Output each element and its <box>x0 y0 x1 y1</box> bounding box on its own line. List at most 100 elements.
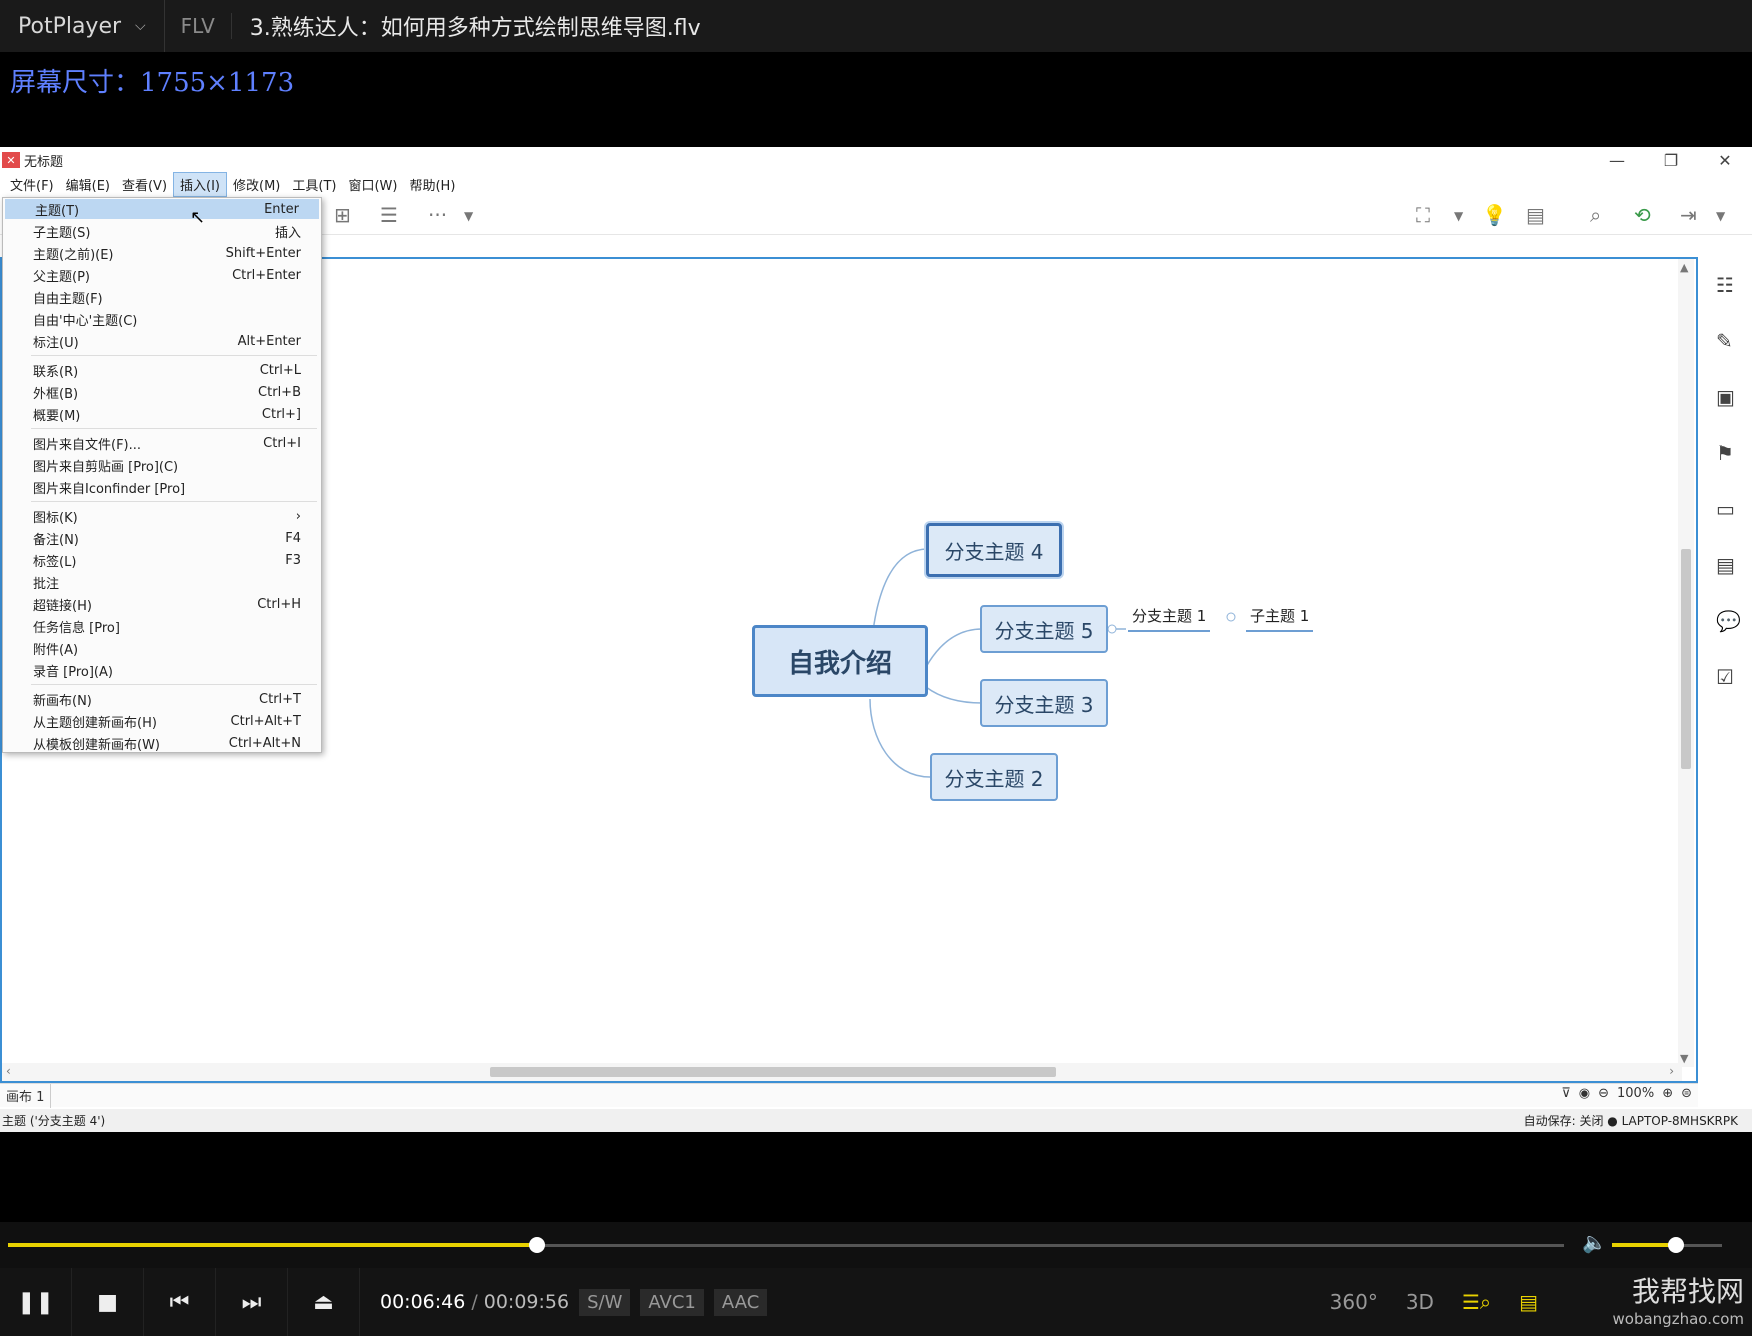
stop-button[interactable]: ■ <box>72 1268 144 1336</box>
sheet-tab[interactable]: 画布 1 <box>0 1083 52 1108</box>
outline-icon[interactable]: ☷ <box>1716 273 1734 297</box>
menu-item-4[interactable]: 修改(M) <box>227 173 286 196</box>
more-icon[interactable]: ··· <box>428 203 447 227</box>
branch-topic-4[interactable]: 分支主题 4 <box>926 523 1062 577</box>
image-icon[interactable]: ▣ <box>1716 385 1735 409</box>
presentation-icon[interactable]: ⛶ <box>1416 203 1430 227</box>
menu-item-7[interactable]: 帮助(H) <box>403 173 461 196</box>
vr-360-button[interactable]: 360° <box>1330 1290 1378 1314</box>
dropdown-item-18[interactable]: 标签(L) F3 <box>3 549 321 571</box>
audio-codec-badge[interactable]: AAC <box>713 1288 768 1316</box>
video-codec-badge[interactable]: AVC1 <box>640 1288 704 1316</box>
filter-icon[interactable]: ⊽ <box>1561 1086 1571 1101</box>
label-icon[interactable]: ▭ <box>1716 497 1735 521</box>
eject-button[interactable]: ⏏ <box>288 1268 360 1336</box>
decoder-badge[interactable]: S/W <box>579 1288 631 1316</box>
summary-icon[interactable]: ☰ <box>380 203 398 227</box>
dropdown-item-16[interactable]: 图标(K) › <box>3 505 321 527</box>
zoom-out-icon[interactable]: ⊖ <box>1598 1086 1609 1101</box>
menu-item-5[interactable]: 工具(T) <box>286 173 342 196</box>
chat-icon[interactable]: ▤ <box>1519 1290 1538 1314</box>
lightbulb-icon[interactable]: 💡 <box>1482 203 1507 227</box>
dropdown-item-12[interactable]: 图片来自文件(F)... Ctrl+I <box>3 432 321 454</box>
task-icon[interactable]: ☑ <box>1716 665 1734 689</box>
horizontal-scroll-thumb[interactable] <box>490 1067 1056 1077</box>
dropdown-item-9[interactable]: 外框(B) Ctrl+B <box>3 381 321 403</box>
vertical-scroll-thumb[interactable] <box>1681 549 1691 769</box>
next-button[interactable]: ⏭ <box>216 1268 288 1336</box>
flag-icon[interactable]: ⚑ <box>1716 441 1734 465</box>
dropdown-item-20[interactable]: 超链接(H) Ctrl+H <box>3 593 321 615</box>
dropdown-item-25[interactable]: 新画布(N) Ctrl+T <box>3 688 321 710</box>
export-icon[interactable]: ⇥ <box>1680 203 1697 227</box>
link-central-branch3 <box>925 686 983 704</box>
minimize-button[interactable]: — <box>1590 147 1644 173</box>
dropdown-item-shortcut: Ctrl+H <box>257 596 301 612</box>
close-button[interactable]: ✕ <box>1698 147 1752 173</box>
notes-icon[interactable]: ▤ <box>1716 553 1735 577</box>
dropdown-item-26[interactable]: 从主题创建新画布(H) Ctrl+Alt+T <box>3 710 321 732</box>
dropdown-item-27[interactable]: 从模板创建新画布(W) Ctrl+Alt+N <box>3 732 321 754</box>
dropdown-item-13[interactable]: 图片来自剪贴画 [Pro](C) <box>3 454 321 476</box>
volume-level <box>1612 1243 1676 1247</box>
dropdown-item-23[interactable]: 录音 [Pro](A) <box>3 659 321 681</box>
share-icon[interactable]: ⟲ <box>1634 203 1651 227</box>
dropdown-item-3[interactable]: 父主题(P) Ctrl+Enter <box>3 264 321 286</box>
dropdown-item-8[interactable]: 联系(R) Ctrl+L <box>3 359 321 381</box>
export-dropdown-icon[interactable]: ▼ <box>1716 209 1725 223</box>
dropdown-item-shortcut: Enter <box>264 201 299 217</box>
menu-item-6[interactable]: 窗口(W) <box>342 173 403 196</box>
dropdown-item-10[interactable]: 概要(M) Ctrl+] <box>3 403 321 425</box>
more-dropdown-icon[interactable]: ▼ <box>464 209 473 223</box>
xmind-logo-icon: ✕ <box>2 152 20 168</box>
pause-button[interactable]: ❚❚ <box>0 1268 72 1336</box>
dropdown-item-5[interactable]: 自由'中心'主题(C) <box>3 308 321 330</box>
volume-icon[interactable]: 🔈 <box>1582 1230 1607 1254</box>
volume-handle[interactable] <box>1667 1237 1684 1253</box>
menu-item-1[interactable]: 编辑(E) <box>60 173 116 196</box>
horizontal-scrollbar[interactable]: ‹ › <box>2 1063 1682 1081</box>
format-brush-icon[interactable]: ✎ <box>1716 329 1733 353</box>
dropdown-item-1[interactable]: 子主题(S) 插入 <box>3 220 321 242</box>
player-brand-menu[interactable]: PotPlayer ⌵ <box>0 0 165 52</box>
dropdown-item-label: 自由'中心'主题(C) <box>33 313 138 329</box>
sub-topic-1[interactable]: 分支主题 1 <box>1128 605 1211 632</box>
presentation-dropdown-icon[interactable]: ▼ <box>1454 209 1463 223</box>
dropdown-item-21[interactable]: 任务信息 [Pro] <box>3 615 321 637</box>
scroll-up-icon[interactable]: ▲ <box>1680 261 1688 274</box>
branch-topic-2[interactable]: 分支主题 2 <box>930 753 1058 801</box>
eye-icon[interactable]: ◉ <box>1579 1086 1590 1101</box>
fit-icon[interactable]: ⊜ <box>1681 1086 1692 1101</box>
dropdown-item-label: 批注 <box>33 576 60 592</box>
restore-button[interactable]: ❐ <box>1644 147 1698 173</box>
menu-item-3[interactable]: 插入(I) <box>173 171 228 197</box>
3d-button[interactable]: 3D <box>1406 1290 1434 1314</box>
playlist-search-icon[interactable]: ☰⌕ <box>1462 1290 1491 1314</box>
menu-item-2[interactable]: 查看(V) <box>116 173 173 196</box>
dropdown-item-17[interactable]: 备注(N) F4 <box>3 527 321 549</box>
dropdown-item-22[interactable]: 附件(A) <box>3 637 321 659</box>
menu-item-0[interactable]: 文件(F) <box>4 173 60 196</box>
dropdown-item-6[interactable]: 标注(U) Alt+Enter <box>3 330 321 352</box>
zoom-in-icon[interactable]: ⊕ <box>1662 1086 1673 1101</box>
branch-topic-3[interactable]: 分支主题 3 <box>980 679 1108 727</box>
comment-icon[interactable]: 💬 <box>1716 609 1741 633</box>
dropdown-item-14[interactable]: 图片来自Iconfinder [Pro] <box>3 476 321 498</box>
dropdown-item-2[interactable]: 主题(之前)(E) Shift+Enter <box>3 242 321 264</box>
gantt-icon[interactable]: ▤ <box>1526 203 1545 227</box>
dropdown-item-19[interactable]: 批注 <box>3 571 321 593</box>
dropdown-item-4[interactable]: 自由主题(F) <box>3 286 321 308</box>
dropdown-item-label: 外框(B) <box>33 386 79 402</box>
search-icon[interactable]: ⌕ <box>1590 203 1601 227</box>
relationship-icon[interactable]: ⊞ <box>334 203 351 227</box>
dropdown-item-0[interactable]: 主题(T) Enter <box>5 199 319 219</box>
previous-button[interactable]: ⏮ <box>144 1268 216 1336</box>
vertical-scrollbar[interactable]: ▲ ▼ <box>1678 259 1694 1067</box>
seek-handle[interactable] <box>529 1237 546 1253</box>
child-topic-1[interactable]: 子主题 1 <box>1246 605 1314 632</box>
central-topic[interactable]: 自我介绍 <box>752 625 928 697</box>
scroll-right-icon[interactable]: › <box>1669 1064 1674 1078</box>
status-selection: 主题 ('分支主题 4') <box>2 1114 106 1128</box>
scroll-left-icon[interactable]: ‹ <box>6 1064 11 1078</box>
branch-topic-5[interactable]: 分支主题 5 <box>980 605 1108 653</box>
